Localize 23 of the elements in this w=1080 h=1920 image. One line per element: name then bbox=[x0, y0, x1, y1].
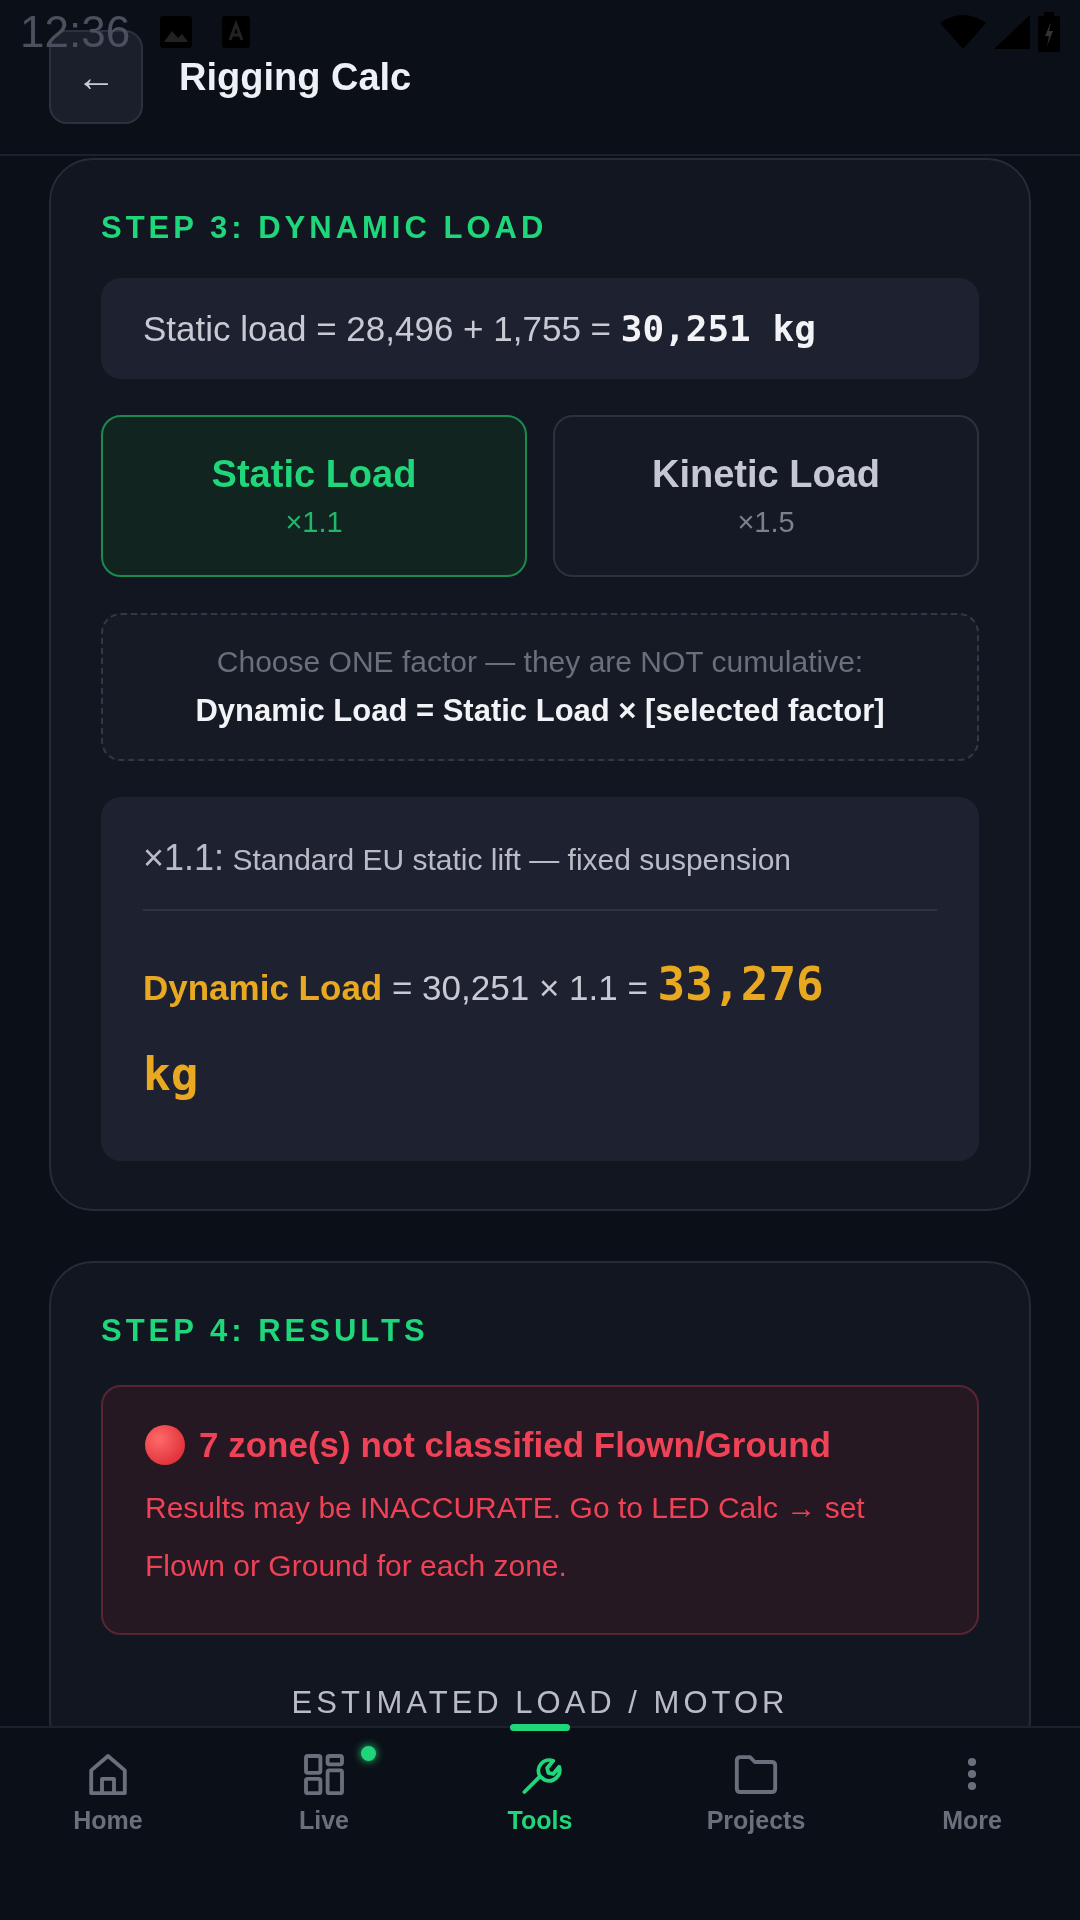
step-heading: STEP 4: RESULTS bbox=[101, 1313, 430, 1349]
image-icon bbox=[160, 16, 193, 48]
nav-tab[interactable]: Live bbox=[216, 1728, 432, 1920]
nav-tab[interactable]: Tools bbox=[432, 1728, 648, 1920]
app-notification-icon bbox=[222, 16, 251, 48]
static-load-formula: Static load = 28,496 + 1,755 = 30,251 kg bbox=[143, 308, 817, 349]
alert-dot-icon bbox=[145, 1425, 185, 1465]
factor-description: ×1.1: Standard EU static lift — fixed suspension bbox=[143, 837, 793, 879]
section-heading: ESTIMATED LOAD / MOTOR bbox=[290, 1685, 790, 1721]
factor-option[interactable]: Static Load ×1.1 bbox=[101, 415, 527, 577]
dynamic-load-formula: Dynamic Load = 30,251 × 1.1 = 33,276 kg bbox=[143, 956, 825, 1103]
active-indicator bbox=[510, 1724, 570, 1731]
alert-title: 7 zone(s) not classified Flown/Ground bbox=[199, 1425, 831, 1465]
nav-tab[interactable]: More bbox=[864, 1728, 1080, 1920]
note-text: Choose ONE factor — they are NOT cumulative: bbox=[215, 645, 865, 679]
factor-option[interactable]: Kinetic Load ×1.5 bbox=[553, 415, 979, 577]
screen-title: Rigging Calc bbox=[179, 55, 412, 99]
nav-tab[interactable]: Home bbox=[0, 1728, 216, 1920]
formula-text: Dynamic Load = Static Load × [selected factor] bbox=[194, 693, 886, 729]
battery-icon bbox=[1038, 12, 1060, 52]
nav-tab[interactable]: Projects bbox=[648, 1728, 864, 1920]
alert-message: Results may be INACCURATE. Go to LED Calc → set Flown or Ground for each zone. bbox=[145, 1490, 866, 1584]
step-heading: STEP 3: DYNAMIC LOAD bbox=[101, 210, 549, 246]
